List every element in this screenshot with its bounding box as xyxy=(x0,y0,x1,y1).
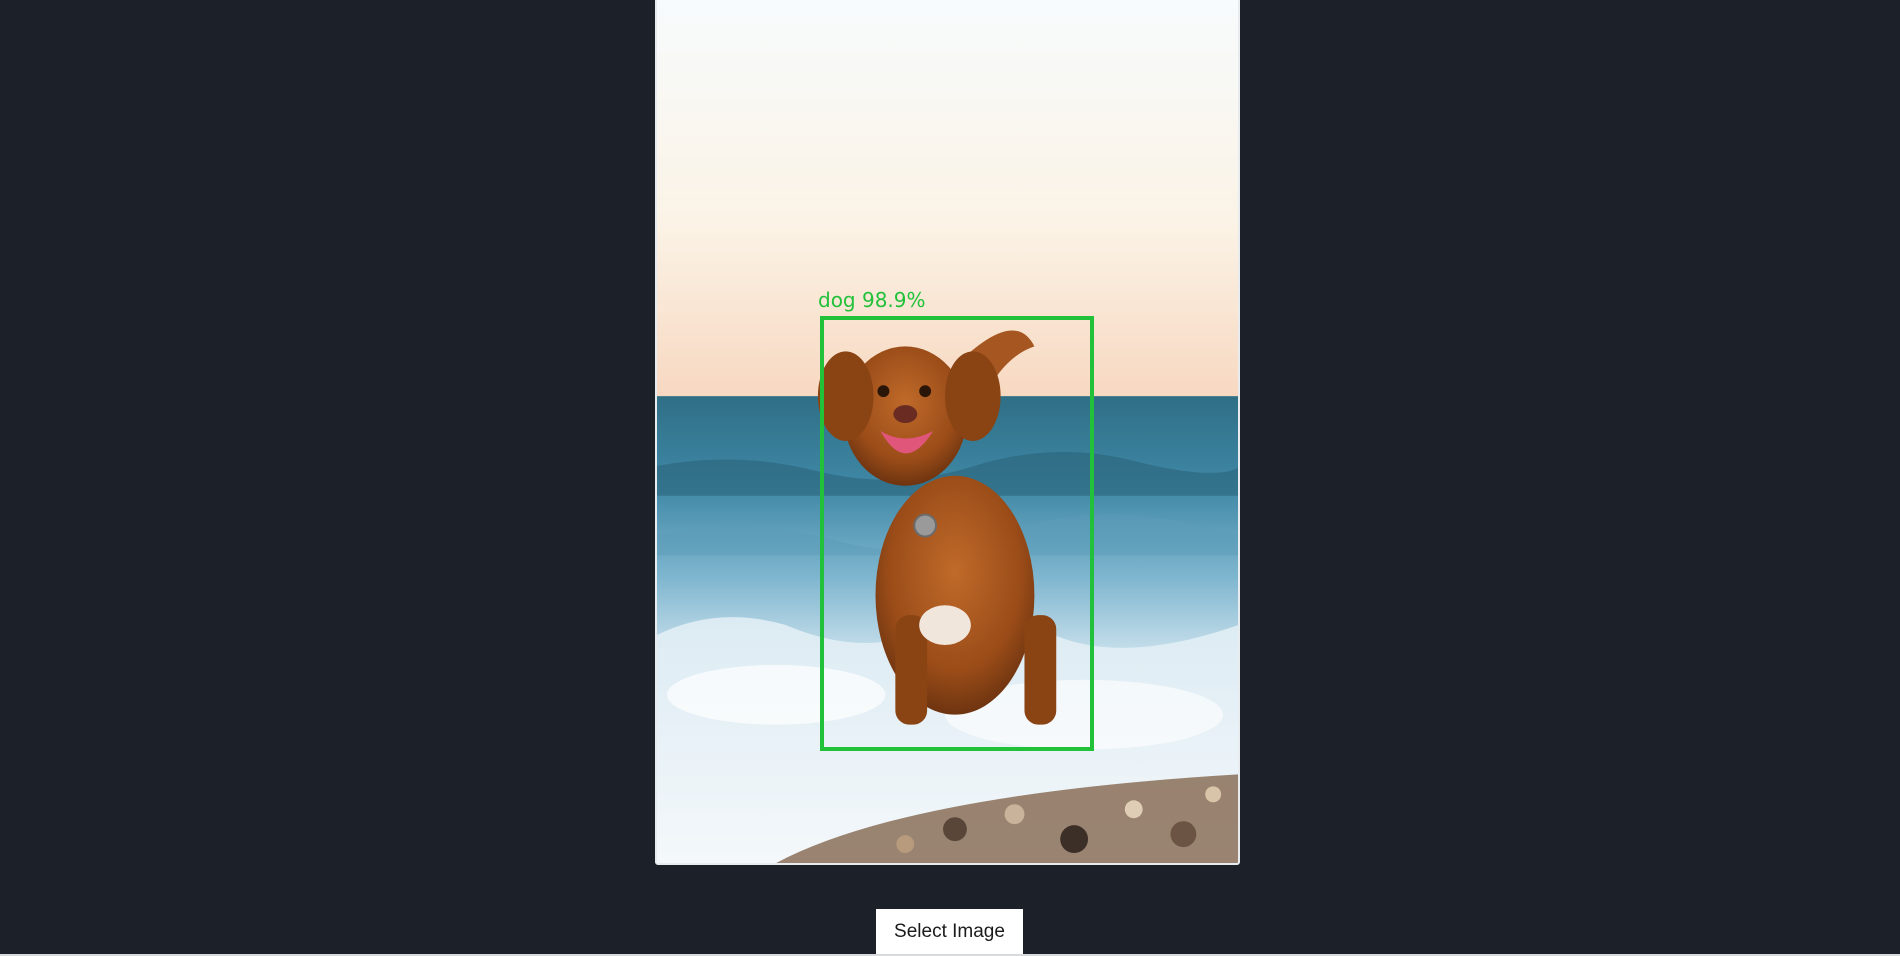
select-image-button[interactable]: Select Image xyxy=(876,909,1023,954)
detection-label: dog 98.9% xyxy=(818,288,926,312)
detection-bounding-box xyxy=(820,316,1094,751)
image-preview-frame: dog 98.9% xyxy=(655,0,1240,865)
app-root: dog 98.9% Select Image xyxy=(0,0,1900,956)
